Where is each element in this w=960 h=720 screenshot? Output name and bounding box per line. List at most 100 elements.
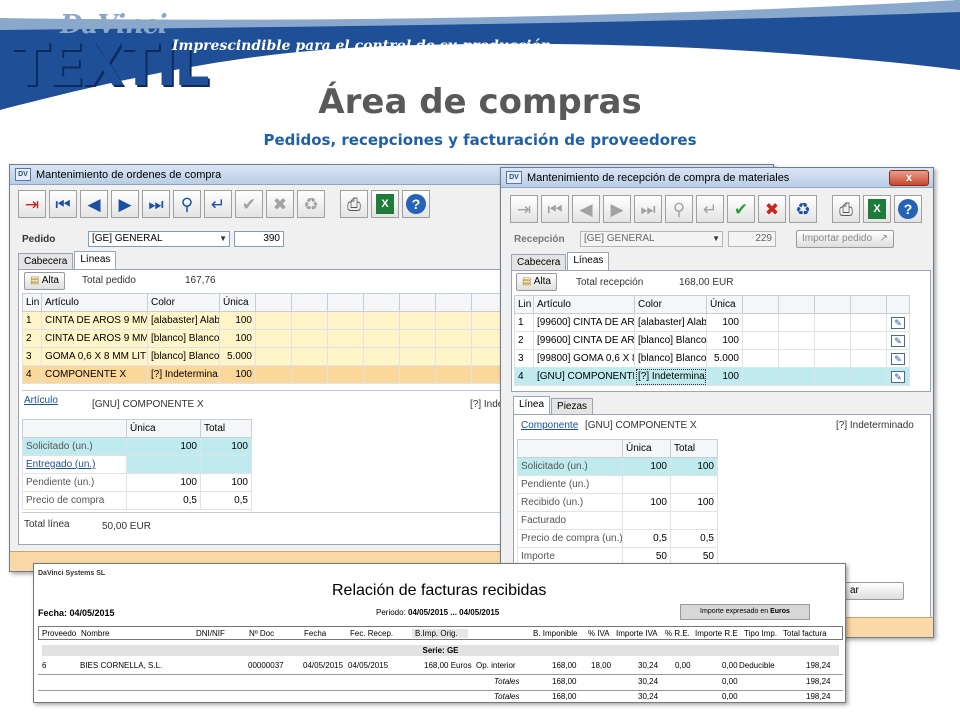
col-header-pct-iva: % IVA xyxy=(588,629,610,638)
report-currency-label: Importe expresado en xyxy=(700,608,769,615)
previous-record-button[interactable]: ◀ xyxy=(572,195,600,223)
col-header-color[interactable]: Color xyxy=(147,293,220,312)
recycle-button[interactable]: ♻ xyxy=(789,195,817,223)
cell-unica: 0,5 xyxy=(622,529,671,548)
excel-button[interactable]: X xyxy=(371,190,399,218)
tab-lineas[interactable]: Líneas xyxy=(74,251,117,269)
edit-icon[interactable]: ✎ xyxy=(891,370,905,383)
return-button[interactable]: ↵ xyxy=(696,195,724,223)
edit-icon[interactable]: ✎ xyxy=(891,316,905,329)
cell-unica xyxy=(622,511,671,530)
cancel-button[interactable]: ✖ xyxy=(758,195,786,223)
tab-cabecera[interactable]: Cabecera xyxy=(511,254,567,270)
table-row-selected[interactable]: 4 [GNU] COMPONENTE X [?] Indetermina... … xyxy=(514,367,910,386)
col-header-articulo[interactable]: Artículo xyxy=(41,293,148,312)
entregado-link[interactable]: Entregado (un.) xyxy=(22,455,127,474)
partial-button[interactable]: ar xyxy=(844,582,904,600)
cancel-icon: ✖ xyxy=(272,194,288,214)
col-header-lin[interactable]: Lin xyxy=(514,295,534,314)
col-header-lin[interactable]: Lin xyxy=(22,293,42,312)
col-header-articulo[interactable]: Artículo xyxy=(533,295,635,314)
cell-articulo: CINTA DE AROS 9 MM xyxy=(41,329,148,348)
previous-record-button[interactable]: ◀ xyxy=(80,190,108,218)
help-button[interactable]: ? xyxy=(894,195,922,223)
reception-line-tabs: Línea Piezas xyxy=(513,396,594,414)
total-pedido-value: 167,76 xyxy=(185,275,216,286)
col-header-unica: Única xyxy=(126,419,201,438)
close-button[interactable]: x xyxy=(889,170,929,186)
excel-button[interactable]: X xyxy=(863,195,891,223)
cell-fecha: 04/05/2015 xyxy=(303,661,344,670)
confirm-button[interactable]: ✔ xyxy=(727,195,755,223)
app-icon: DV xyxy=(506,171,522,184)
table-row[interactable]: 1 [99600] CINTA DE AR... [alabaster] Ala… xyxy=(514,313,910,332)
cell-importe-re: 0,00 xyxy=(722,661,738,670)
cell-total-factura: 198,24 xyxy=(806,661,831,670)
alta-button[interactable]: ▤ Alta xyxy=(516,273,557,291)
cell-color: [blanco] Blanco xyxy=(634,349,707,368)
cell-total: 100 xyxy=(200,473,252,492)
col-header-color[interactable]: Color xyxy=(634,295,707,314)
first-record-button[interactable]: ⏮ xyxy=(49,190,77,218)
col-header-unica[interactable]: Única xyxy=(219,293,256,312)
table-row[interactable]: 3 [99800] GOMA 0,6 X 8 ... [blanco] Blan… xyxy=(514,349,910,368)
report-totals-row: Totales 168,00 30,24 0,00 198,24 xyxy=(34,677,845,689)
new-document-icon: ▤ xyxy=(522,276,532,287)
tab-cabecera[interactable]: Cabecera xyxy=(18,253,74,269)
table-row[interactable]: 2 [99600] CINTA DE AR... [blanco] Blanco… xyxy=(514,331,910,350)
recepcion-series-select[interactable]: [GE] GENERAL ▼ xyxy=(580,231,723,247)
help-button[interactable]: ? xyxy=(402,190,430,218)
reception-titlebar[interactable]: DV Mantenimiento de recepción de compra … xyxy=(501,168,933,188)
close-icon: x xyxy=(905,172,913,184)
search-button[interactable]: ⚲ xyxy=(665,195,693,223)
next-record-button[interactable]: ▶ xyxy=(111,190,139,218)
last-record-button[interactable]: ⏭ xyxy=(142,190,170,218)
tab-piezas[interactable]: Piezas xyxy=(551,398,594,414)
table-header-row: Lin Artículo Color Única xyxy=(514,295,910,314)
col-header-importe-iva: Importe IVA xyxy=(616,629,658,638)
exit-button[interactable]: ⇥ xyxy=(18,190,46,218)
search-icon: ⚲ xyxy=(180,194,194,214)
pedido-number-field[interactable]: 390 xyxy=(234,231,284,247)
cell-total xyxy=(670,475,718,494)
cell-pct-iva: 18,00 xyxy=(591,661,612,670)
cell-color: [blanco] Blanco xyxy=(634,331,707,350)
print-button[interactable]: ⎙ xyxy=(832,195,860,223)
exit-button[interactable]: ⇥ xyxy=(510,195,538,223)
cell-unica: 0,5 xyxy=(126,491,201,510)
componente-link[interactable]: Componente xyxy=(521,420,578,431)
cell-op: Op. interior xyxy=(476,661,516,670)
col-header-unica[interactable]: Única xyxy=(706,295,743,314)
search-button[interactable]: ⚲ xyxy=(173,190,201,218)
next-icon: ▶ xyxy=(610,199,624,219)
edit-icon[interactable]: ✎ xyxy=(891,334,905,347)
confirm-button[interactable]: ✔ xyxy=(235,190,263,218)
recepcion-label: Recepción xyxy=(514,234,565,245)
cell-unica: 100 xyxy=(706,313,743,332)
next-record-button[interactable]: ▶ xyxy=(603,195,631,223)
table-header-row: Única Total xyxy=(517,439,718,458)
alta-button[interactable]: ▤ Alta xyxy=(24,272,65,290)
previous-icon: ◀ xyxy=(579,199,593,219)
importar-pedido-button[interactable]: Importar pedido ↗ xyxy=(796,230,894,248)
cell-unica: 100 xyxy=(706,367,743,386)
report-separator xyxy=(38,674,843,675)
cancel-button[interactable]: ✖ xyxy=(266,190,294,218)
tab-lineas[interactable]: Líneas xyxy=(567,252,610,270)
articulo-link[interactable]: Artículo xyxy=(24,395,58,406)
first-record-button[interactable]: ⏮ xyxy=(541,195,569,223)
cell-unica: 100 xyxy=(219,329,256,348)
total-recepcion-value: 168,00 EUR xyxy=(679,277,734,288)
slide-subtitle: Pedidos, recepciones y facturación de pr… xyxy=(263,131,697,149)
pedido-series-select[interactable]: [GE] GENERAL ▼ xyxy=(88,231,230,247)
return-button[interactable]: ↵ xyxy=(204,190,232,218)
totals-b-imponible: 168,00 xyxy=(552,692,577,701)
recycle-button[interactable]: ♻ xyxy=(297,190,325,218)
last-record-button[interactable]: ⏭ xyxy=(634,195,662,223)
recepcion-number-field[interactable]: 229 xyxy=(728,231,776,247)
cell-bimp-orig: 168,00 Euros xyxy=(424,661,472,670)
tab-linea[interactable]: Línea xyxy=(513,396,551,414)
partial-button-label: ar xyxy=(850,585,859,596)
edit-icon[interactable]: ✎ xyxy=(891,352,905,365)
print-button[interactable]: ⎙ xyxy=(340,190,368,218)
